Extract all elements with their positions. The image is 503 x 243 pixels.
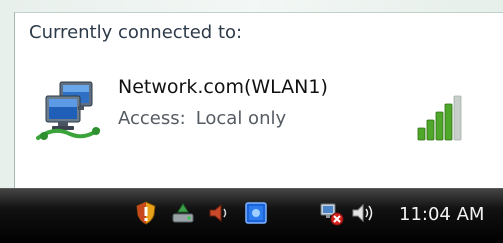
- signal-bar: [426, 119, 435, 141]
- taskbar: 11:04 AM: [0, 188, 503, 243]
- blue-app-icon[interactable]: [243, 200, 269, 226]
- network-flyout-frame: Currently connected to: Network.com(WLAN…: [0, 0, 503, 188]
- network-name: Network.com(WLAN1): [118, 76, 328, 98]
- speaker-icon[interactable]: [205, 200, 231, 226]
- network-access: Access: Local only: [118, 108, 286, 129]
- signal-bar: [435, 111, 444, 141]
- security-shield-icon[interactable]: [133, 200, 159, 226]
- network-disconnected-icon[interactable]: [318, 200, 344, 226]
- access-label: Access:: [118, 108, 186, 129]
- system-clock[interactable]: 11:04 AM: [399, 204, 484, 225]
- signal-bar: [444, 103, 453, 141]
- signal-bar: [417, 127, 426, 141]
- signal-bar: [453, 95, 462, 141]
- access-value: Local only: [195, 108, 287, 129]
- connected-header: Currently connected to:: [29, 22, 243, 43]
- network-entry[interactable]: Network.com(WLAN1) Access: Local only: [36, 70, 462, 156]
- signal-strength-icon: [417, 95, 462, 141]
- volume-icon[interactable]: [350, 200, 376, 226]
- safely-remove-hardware-icon[interactable]: [170, 200, 196, 226]
- network-computers-icon: [36, 81, 100, 140]
